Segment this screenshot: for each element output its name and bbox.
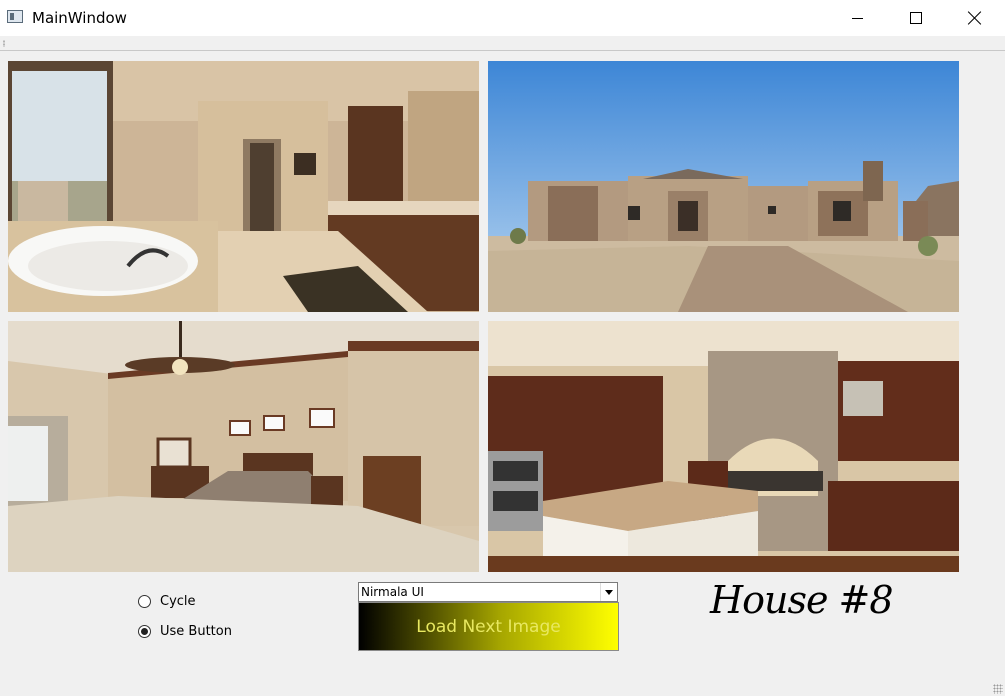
maximize-icon (910, 12, 922, 24)
maximize-button[interactable] (893, 0, 939, 36)
title-bar: MainWindow (0, 0, 1005, 36)
radio-cycle[interactable]: Cycle (138, 594, 196, 609)
minimize-icon (851, 17, 863, 19)
photo-house-exterior (488, 61, 959, 312)
resize-grip[interactable] (993, 684, 1003, 694)
close-button[interactable] (952, 0, 998, 36)
radio-use-button[interactable]: Use Button (138, 624, 232, 639)
radio-use-button-indicator[interactable] (138, 625, 151, 638)
radio-cycle-label: Cycle (160, 594, 196, 609)
app-icon (7, 10, 23, 23)
chevron-down-icon[interactable] (600, 583, 617, 601)
toolbar (0, 37, 1005, 51)
window-title: MainWindow (32, 9, 127, 27)
font-select-value: Nirmala UI (361, 585, 424, 599)
font-select[interactable]: Nirmala UI (358, 582, 618, 602)
load-next-image-button[interactable]: Load Next Image (358, 602, 619, 651)
close-icon (968, 11, 982, 25)
photo-kitchen (488, 321, 959, 572)
toolbar-grip-handle[interactable] (3, 40, 5, 47)
photo-bedroom (8, 321, 479, 572)
radio-cycle-indicator[interactable] (138, 595, 151, 608)
house-number-label: House #8 (710, 578, 894, 622)
photo-bathroom (8, 61, 479, 312)
radio-use-button-label: Use Button (160, 624, 232, 639)
minimize-button[interactable] (834, 0, 880, 36)
